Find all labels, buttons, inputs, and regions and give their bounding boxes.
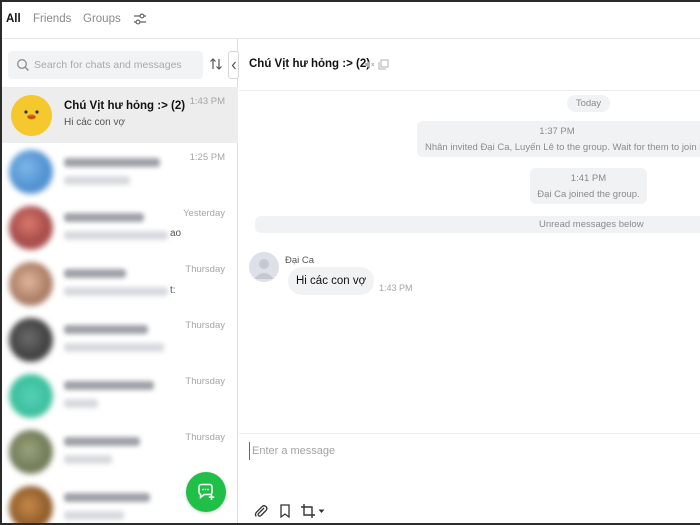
new-chat-icon	[198, 483, 215, 500]
blurred-name	[64, 158, 160, 167]
preview-fragment: t:	[170, 285, 176, 296]
date-separator: Today	[567, 95, 610, 112]
blurred-name	[64, 213, 144, 222]
blurred-preview	[64, 399, 98, 408]
blurred-preview	[64, 511, 124, 520]
search-box[interactable]	[8, 51, 203, 79]
blurred-name	[64, 381, 154, 390]
screenshot-crop-icon[interactable]	[300, 503, 316, 519]
paperclip-icon[interactable]	[253, 503, 269, 519]
sort-icon[interactable]	[209, 57, 223, 71]
list-item[interactable]: Thursday	[2, 311, 238, 367]
app-window: All Friends Groups Search for chats and …	[0, 0, 700, 525]
list-item[interactable]: ao Yesterday	[2, 199, 238, 255]
sender-avatar[interactable]	[249, 252, 279, 282]
duck-face-icon	[11, 95, 52, 136]
chat-time: Thursday	[185, 264, 225, 275]
blurred-preview	[64, 287, 168, 296]
line-character-avatar	[11, 95, 52, 136]
unread-divider: Unread messages below	[255, 216, 700, 233]
system-message: 1:41 PM Đại Ca joined the group.	[530, 168, 647, 204]
system-message: 1:37 PM Nhân invited Đại Ca, Luyến Lê to…	[417, 121, 700, 157]
message-input[interactable]	[249, 442, 689, 460]
unread-label: Unread messages below	[539, 219, 644, 230]
blurred-preview	[64, 455, 112, 464]
blurred-name	[64, 269, 126, 278]
chat-time: Thursday	[185, 320, 225, 331]
avatar	[9, 150, 53, 194]
chat-header: Chú Vịt hư hỏng :> (2)	[239, 39, 700, 91]
avatar	[9, 318, 53, 362]
conversation-panel: Chú Vịt hư hỏng :> (2) Today 1:37 PM Nhâ…	[239, 39, 700, 523]
blurred-name	[64, 325, 148, 334]
search-input[interactable]	[34, 57, 198, 73]
avatar	[9, 430, 53, 474]
preview-fragment: ao	[170, 228, 182, 239]
avatar	[9, 486, 53, 523]
new-chat-button[interactable]	[186, 472, 226, 512]
copy-icon[interactable]	[378, 59, 389, 70]
top-tab-bar: All Friends Groups	[2, 2, 700, 39]
bookmark-icon[interactable]	[277, 503, 293, 519]
tab-groups[interactable]: Groups	[83, 13, 121, 25]
chat-title: Chú Vịt hư hỏng :> (2)	[249, 58, 371, 70]
chat-name: Chú Vịt hư hỏng :> (2)	[64, 100, 186, 112]
system-message-time: 1:37 PM	[539, 126, 575, 137]
blurred-preview	[64, 231, 168, 240]
default-user-icon	[249, 252, 279, 282]
filter-settings-icon[interactable]	[133, 13, 147, 25]
list-item[interactable]: 1:25 PM	[2, 143, 238, 199]
sender-name: Đại Ca	[285, 255, 315, 266]
blurred-preview	[64, 176, 130, 185]
tab-all[interactable]: All	[6, 13, 21, 25]
avatar	[9, 206, 53, 250]
chat-list: Chú Vịt hư hỏng :> (2) Hi các con vợ 1:4…	[2, 87, 238, 523]
tab-friends[interactable]: Friends	[33, 13, 71, 25]
chat-time: 1:43 PM	[189, 96, 225, 107]
message-bubble[interactable]: Hi các con vợ	[288, 267, 375, 295]
chevron-down-icon[interactable]	[318, 509, 325, 514]
speaker-mute-icon	[365, 60, 375, 69]
blurred-name	[64, 493, 150, 502]
system-message-text: Nhân invited Đại Ca, Luyến Lê to the gro…	[425, 142, 700, 153]
chat-time: Yesterday	[183, 208, 225, 219]
blurred-name	[64, 437, 140, 446]
message-area: Today 1:37 PM Nhân invited Đại Ca, Luyến…	[239, 91, 700, 433]
chat-preview: Hi các con vợ	[64, 117, 126, 128]
system-message-text: Đại Ca joined the group.	[537, 189, 640, 200]
blurred-preview	[64, 343, 164, 352]
chat-time: 1:25 PM	[189, 152, 225, 163]
list-item[interactable]: t: Thursday	[2, 255, 238, 311]
list-item[interactable]: Thursday	[2, 423, 238, 479]
search-icon	[17, 59, 29, 71]
chevron-left-icon	[231, 61, 236, 70]
message-composer	[239, 433, 700, 523]
list-item[interactable]: Thursday	[2, 367, 238, 423]
avatar	[9, 374, 53, 418]
system-message-time: 1:41 PM	[570, 173, 607, 184]
collapse-panel-button[interactable]	[228, 51, 239, 79]
chat-time: Thursday	[185, 432, 225, 443]
chat-item-selected[interactable]: Chú Vịt hư hỏng :> (2) Hi các con vợ 1:4…	[2, 87, 238, 143]
chat-time: Thursday	[185, 376, 225, 387]
message-time: 1:43 PM	[379, 283, 413, 293]
chat-list-panel: Chú Vịt hư hỏng :> (2) Hi các con vợ 1:4…	[2, 39, 239, 523]
avatar	[9, 262, 53, 306]
